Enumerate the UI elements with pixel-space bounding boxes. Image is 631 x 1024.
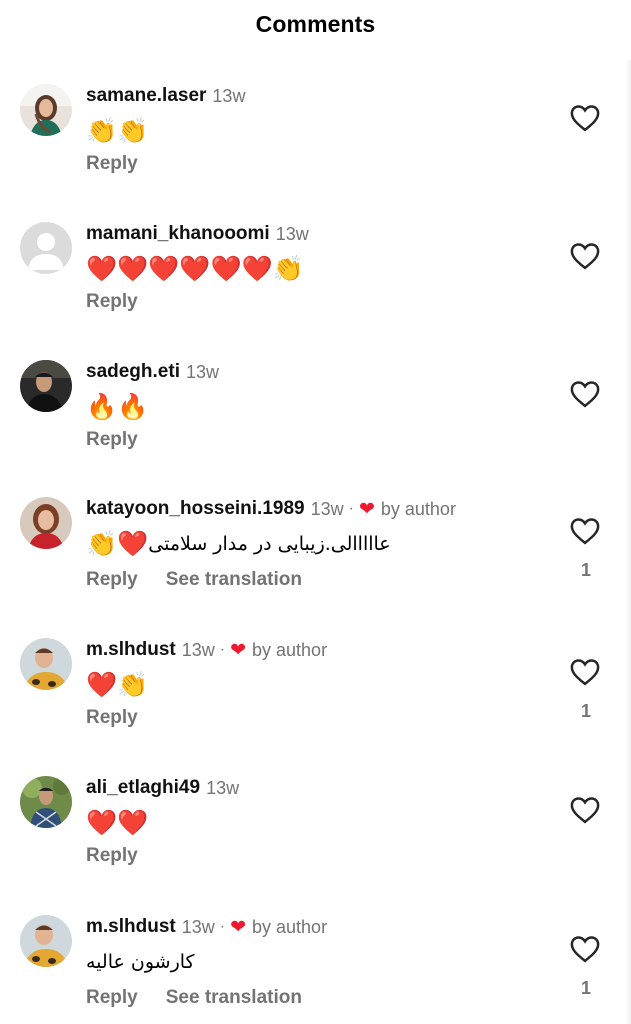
see-translation-button[interactable]: See translation <box>166 569 302 591</box>
scroll-edge <box>625 60 631 1024</box>
comment-text: کارشون عالیه <box>86 946 195 978</box>
comment-header: samane.laser 13w <box>86 84 245 108</box>
comment-text: 👏👏 <box>86 115 148 147</box>
heart-outline-icon[interactable] <box>570 935 600 963</box>
like-count[interactable]: 1 <box>578 560 594 581</box>
reply-button[interactable]: Reply <box>86 707 138 729</box>
username[interactable]: mamani_khanooomi <box>86 223 270 245</box>
comment-header: katayoon_hosseini.1989 13w · ❤ by author <box>86 497 456 521</box>
username[interactable]: m.slhdust <box>86 639 176 661</box>
comment-header: m.slhdust 13w · ❤ by author <box>86 915 327 939</box>
timestamp: 13w <box>185 361 220 382</box>
comment-emoji: 🔥🔥 <box>86 392 149 421</box>
liked-by-author-label: by author <box>252 639 328 660</box>
heart-outline-icon[interactable] <box>570 796 600 824</box>
avatar[interactable] <box>20 638 72 690</box>
comment-text: 👏❤️ عااااالی.زیبایی در مدار سلامتی <box>86 528 391 560</box>
comment-header: ali_etlaghi49 13w <box>86 776 239 800</box>
comment-emoji: ❤️❤️❤️❤️❤️❤️👏 <box>86 254 304 283</box>
timestamp: 13w <box>181 639 215 660</box>
reply-button[interactable]: Reply <box>86 291 138 313</box>
comment-text: ❤️👏 <box>86 669 148 701</box>
timestamp: 13w <box>310 498 344 519</box>
reply-button[interactable]: Reply <box>86 987 138 1009</box>
comments-header: Comments <box>0 0 631 50</box>
reply-button[interactable]: Reply <box>86 845 138 867</box>
comment-actions: Reply <box>86 427 166 453</box>
comment-actions: Reply <box>86 289 166 315</box>
liked-by-author-label: by author <box>380 498 456 519</box>
timestamp: 13w <box>212 85 246 106</box>
comment-actions: Reply <box>86 843 166 869</box>
comment-emoji: ❤️👏 <box>86 670 149 699</box>
comment-text-rtl: کارشون عالیه <box>86 951 195 973</box>
comment-text: ❤️❤️❤️❤️❤️❤️👏 <box>86 253 304 285</box>
comment-text: ❤️❤️ <box>86 807 148 839</box>
comment-text-rtl: عااااالی.زیبایی در مدار سلامتی <box>148 533 391 555</box>
avatar[interactable] <box>20 497 72 549</box>
avatar[interactable] <box>20 915 72 967</box>
comment-emoji: 👏👏 <box>86 116 149 145</box>
username[interactable]: katayoon_hosseini.1989 <box>86 498 305 520</box>
comment-actions: Reply See translation <box>86 985 302 1011</box>
see-translation-button[interactable]: See translation <box>166 987 302 1009</box>
comment-header: mamani_khanooomi 13w <box>86 222 309 246</box>
liked-by-author-label: by author <box>252 916 328 937</box>
comment-actions: Reply <box>86 705 166 731</box>
comment-header: m.slhdust 13w · ❤ by author <box>86 638 327 662</box>
timestamp: 13w <box>206 777 240 798</box>
avatar[interactable] <box>20 360 72 412</box>
comments-sheet: Comments samane.laser 13w 👏👏 Reply maman… <box>0 0 631 1024</box>
like-count[interactable]: 1 <box>578 978 594 999</box>
heart-outline-icon[interactable] <box>570 242 600 270</box>
heart-outline-icon[interactable] <box>570 380 600 408</box>
username[interactable]: samane.laser <box>86 85 206 107</box>
username[interactable]: m.slhdust <box>86 916 176 938</box>
reply-button[interactable]: Reply <box>86 153 138 175</box>
heart-filled-icon: ❤ <box>230 916 247 938</box>
separator-dot: · <box>219 641 226 658</box>
comment-emoji: 👏❤️ <box>86 529 149 558</box>
heart-filled-icon: ❤ <box>230 639 247 661</box>
avatar[interactable] <box>20 84 72 136</box>
page-title: Comments <box>255 10 376 37</box>
comment-emoji: ❤️❤️ <box>86 808 149 837</box>
timestamp: 13w <box>181 916 215 937</box>
comment-text: 🔥🔥 <box>86 391 148 423</box>
heart-outline-icon[interactable] <box>570 104 600 132</box>
separator-dot: · <box>219 918 226 935</box>
heart-outline-icon[interactable] <box>570 658 600 686</box>
reply-button[interactable]: Reply <box>86 569 138 591</box>
comment-actions: Reply See translation <box>86 567 302 593</box>
separator-dot: · <box>348 500 354 517</box>
timestamp: 13w <box>275 223 309 244</box>
comment-header: sadegh.eti 13w <box>86 360 219 384</box>
comment-actions: Reply <box>86 151 166 177</box>
avatar[interactable] <box>20 222 72 274</box>
username[interactable]: ali_etlaghi49 <box>86 777 200 799</box>
username[interactable]: sadegh.eti <box>86 361 180 383</box>
heart-outline-icon[interactable] <box>570 517 600 545</box>
heart-filled-icon: ❤ <box>358 498 375 520</box>
avatar[interactable] <box>20 776 72 828</box>
reply-button[interactable]: Reply <box>86 429 138 451</box>
like-count[interactable]: 1 <box>578 701 594 722</box>
